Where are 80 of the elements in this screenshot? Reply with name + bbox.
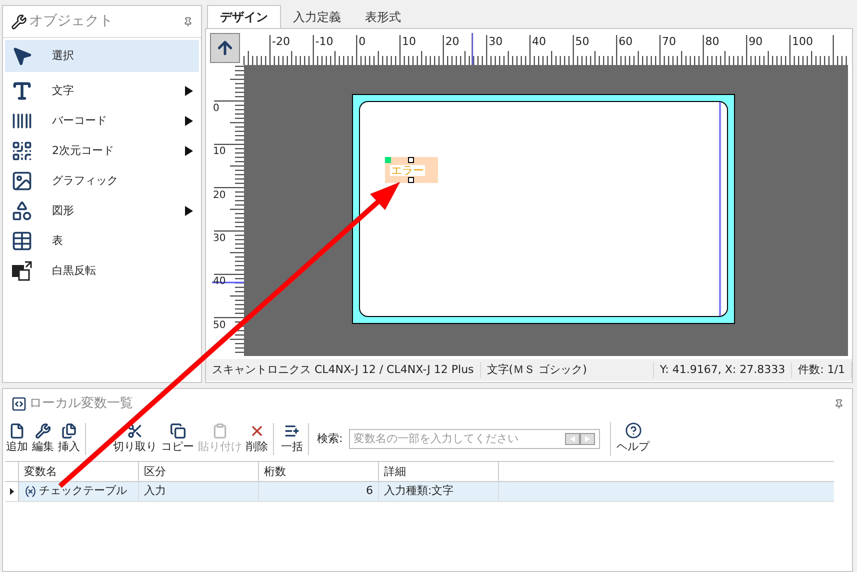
ruler-label: 10 [213,147,226,158]
panel-title: オブジェクト [29,12,114,31]
text-icon [11,80,33,102]
panel-title: ローカル変数一覧 [29,395,134,414]
object-item[interactable]: グラフィック [5,166,199,196]
help-button[interactable]: ヘルプ [616,422,650,456]
image-icon [11,170,33,192]
status-text: Y: 41.9167, X: 27.8333 [654,362,792,378]
list-icon [284,422,300,439]
column-header[interactable]: 桁数 [259,462,379,481]
variable-icon [24,485,37,498]
ruler-label: 10 [402,36,416,47]
ruler-label: 30 [213,234,226,244]
table-cell-text: 入力 [144,483,166,500]
table-row[interactable]: チェックテーブル 入力 6 入力種類:文字 [5,482,834,502]
ruler-label: 0 [213,104,220,114]
resize-handle[interactable] [408,177,414,183]
toolbar-button[interactable]: 追加 [5,422,29,456]
status-text: スキャントロニクス CL4NX-J 12 / CL4NX-J 12 Plus [206,362,481,378]
ruler-label: 0 [358,36,366,47]
table-cell-text: チェックテーブル [39,483,127,500]
ruler-label: 50 [575,36,590,47]
tools-icon [11,14,27,30]
variable-list-icon [11,396,27,412]
column-header[interactable]: 詳細 [379,462,499,481]
copy-icon [170,422,186,439]
clipboard-icon [212,422,228,439]
object-item[interactable]: 文字 [5,76,199,106]
status-text: 文字(ＭＳ ゴシック) [480,362,654,378]
toolbar-button[interactable]: コピー [160,422,195,456]
qr-code-icon [11,140,33,162]
search-label: 検索: [317,430,343,447]
current-row-icon [10,488,14,495]
pointer-icon [11,45,33,67]
ruler-label: 20 [213,190,226,201]
toolbar-button[interactable]: 一括 [280,422,304,456]
pin-icon[interactable] [834,399,844,409]
column-header[interactable]: 区分 [139,462,259,481]
origin-button[interactable] [210,33,240,63]
ruler-label: 30 [488,36,503,47]
toolbar-button[interactable]: 削除 [245,422,269,456]
help-icon [624,422,642,440]
invert-icon [11,260,33,282]
ruler-label: 70 [662,36,676,47]
table-cell-text: 6 [366,483,373,500]
column-header[interactable]: 変数名 [19,462,139,481]
ruler-label: 100 [792,36,813,47]
files-icon [61,422,77,439]
new-file-icon [9,422,25,439]
object-item[interactable]: 図形 [5,196,199,226]
scissors-icon [127,422,143,439]
ruler-label: 40 [532,36,546,47]
status-text: 件数: 1/1 [792,362,852,378]
pin-icon[interactable] [183,16,193,26]
ruler-label: 80 [705,36,720,47]
object-item[interactable]: 表 [5,226,199,256]
ruler-label: 60 [618,36,633,47]
object-item[interactable]: バーコード [5,106,199,136]
table-icon [11,230,33,252]
ruler-label: 90 [748,36,763,47]
resize-handle[interactable] [408,157,414,163]
object-item[interactable]: 2次元コード [5,136,199,166]
tab[interactable]: デザイン [207,5,281,28]
shapes-icon [11,200,33,222]
tab[interactable]: 入力定義 [281,5,353,28]
wrench-icon [35,422,51,439]
ruler-label: -10 [315,36,334,47]
ruler-label: 20 [445,36,460,47]
search-field[interactable]: 変数名の一部を入力してください [348,429,600,449]
tab[interactable]: 表形式 [353,5,413,28]
text-object-value: エラー [390,164,425,176]
toolbar-button[interactable]: 切り取り [112,422,158,456]
toolbar-button[interactable]: 編集 [31,422,55,456]
ruler-label: -20 [272,36,290,47]
table-cell-text: 入力種類:文字 [384,483,454,500]
toolbar-button[interactable]: 挿入 [57,422,81,456]
selection-anchor [385,157,391,163]
object-item[interactable]: 白黒反転 [5,256,199,286]
prev-next-icon[interactable] [564,433,595,445]
ruler-label: 50 [213,320,226,331]
